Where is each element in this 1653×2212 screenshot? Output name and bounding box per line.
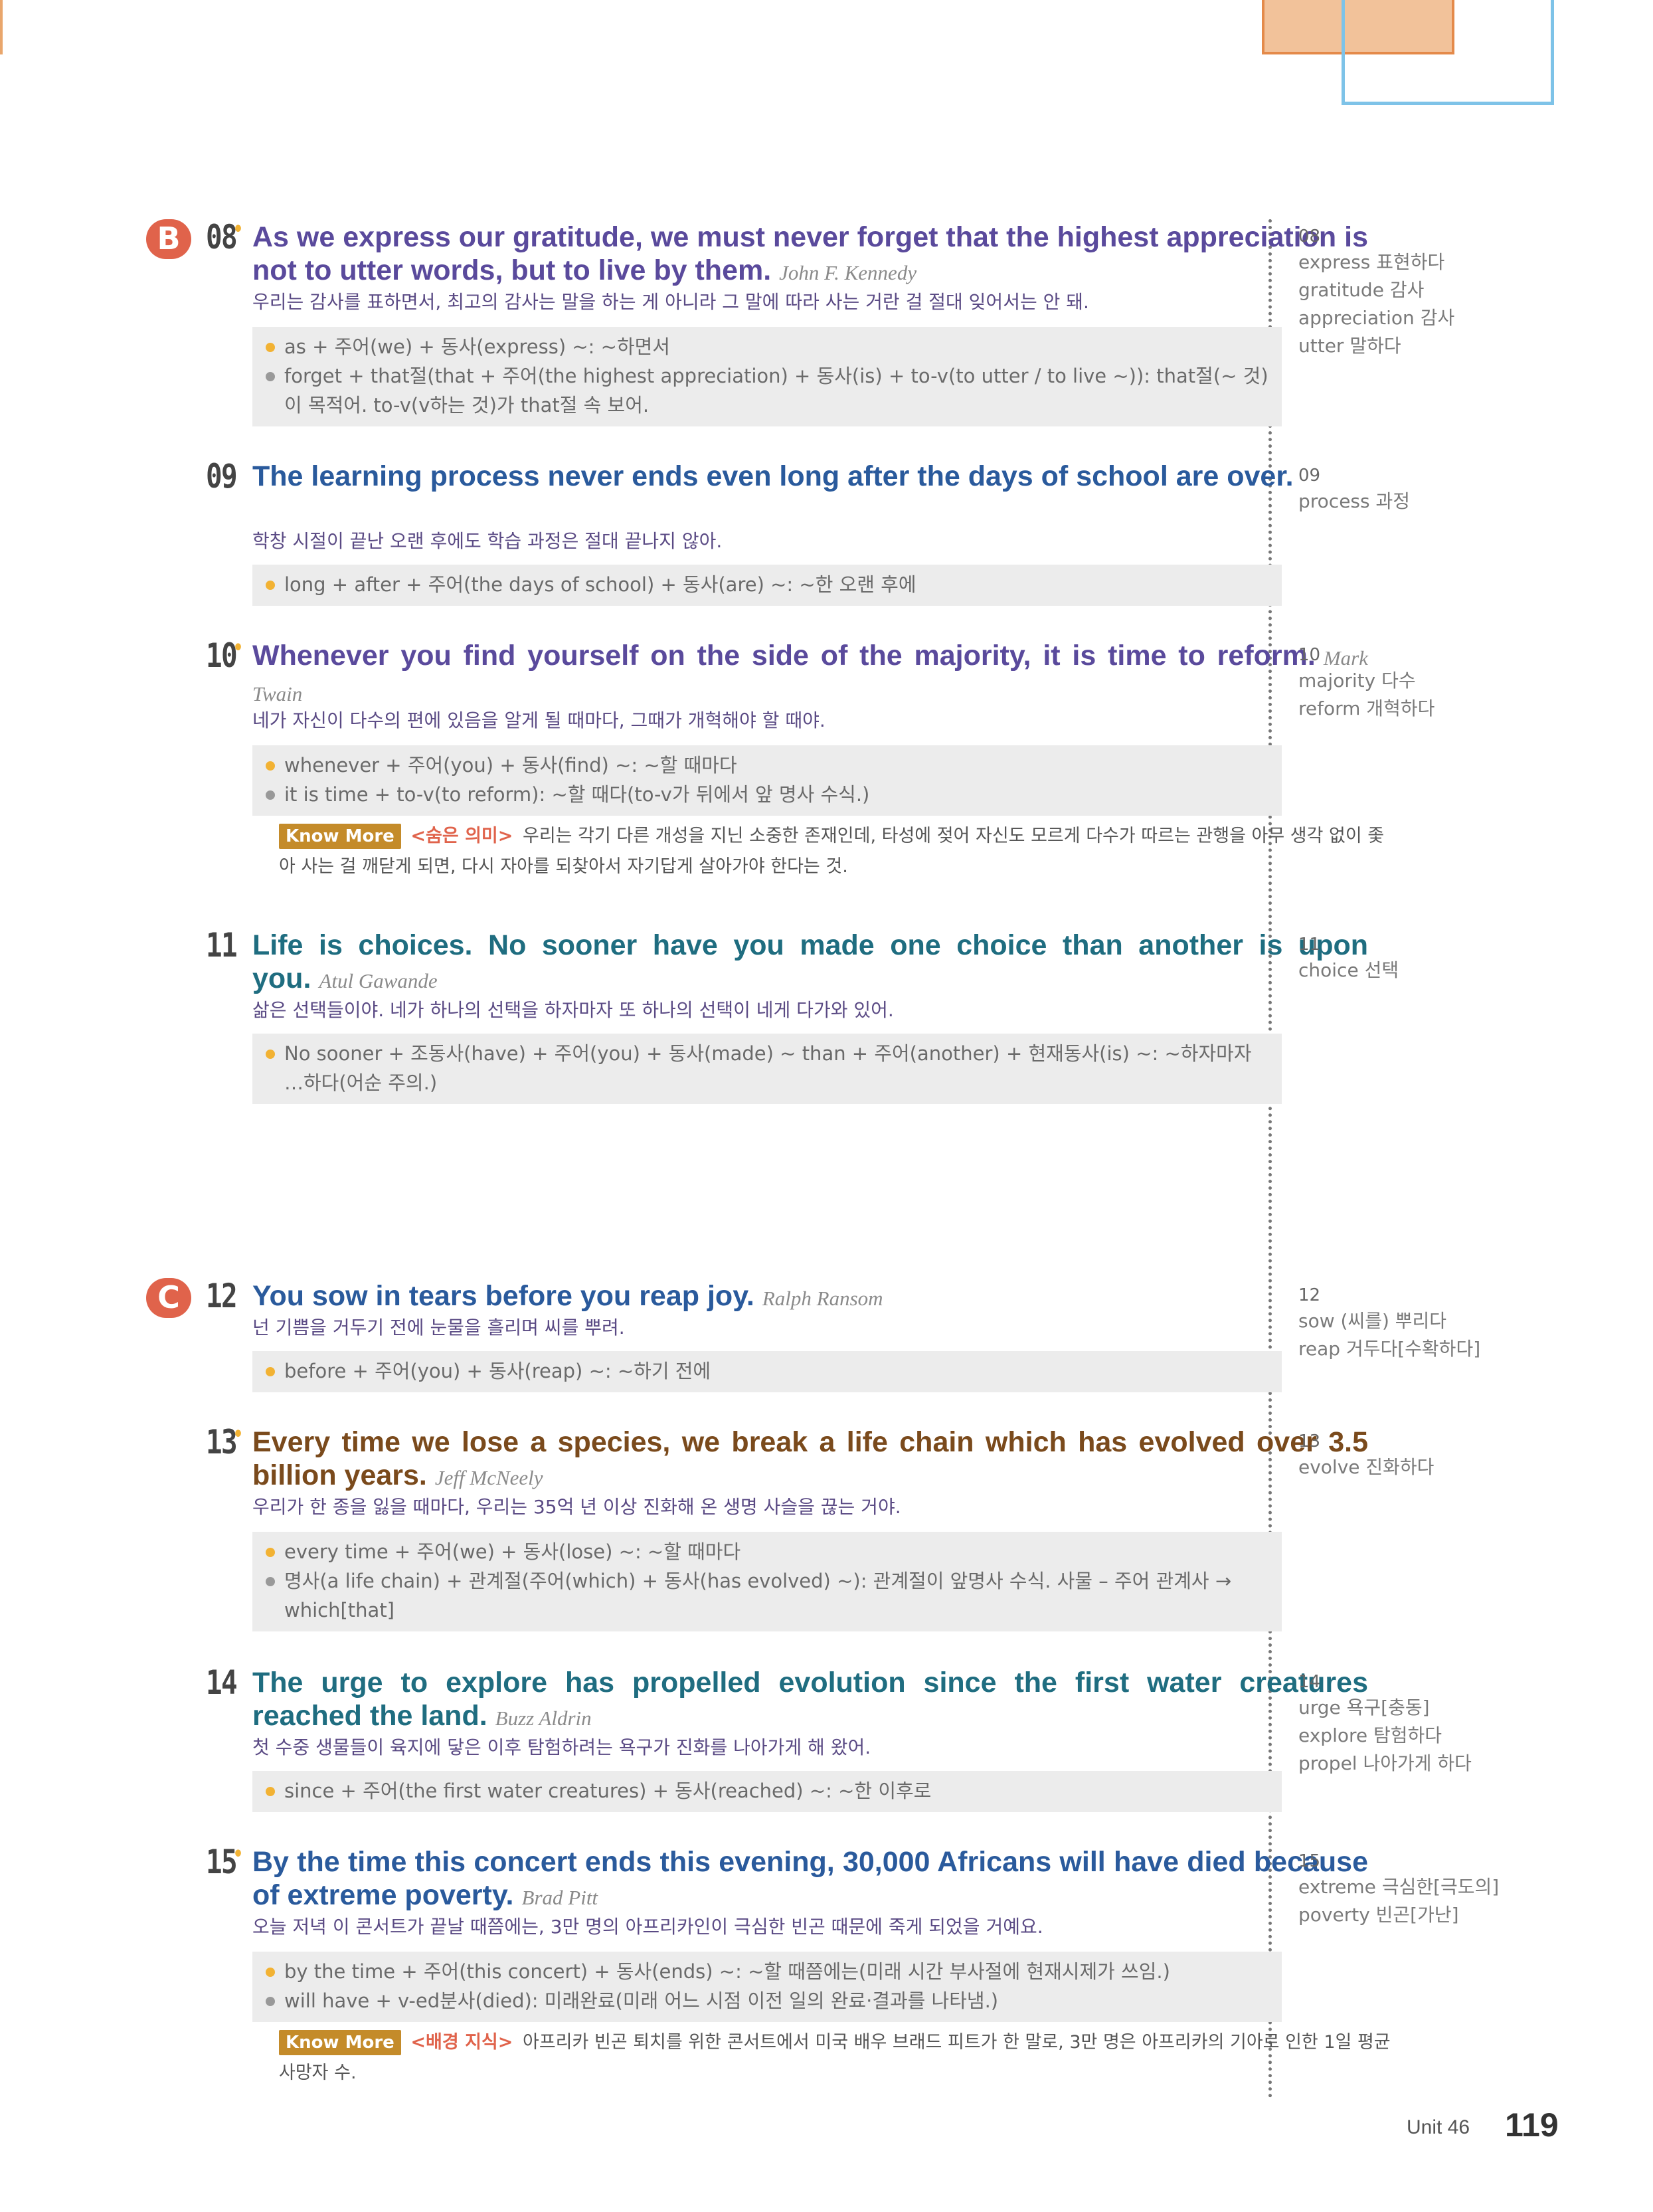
english-sentence: You sow in tears before you reap joy. Ral… xyxy=(252,1280,883,1312)
english-sentence: Whenever you find yourself on the side o… xyxy=(252,640,1368,705)
vocab-entry: propel 나아가게 하다 xyxy=(1298,1752,1472,1774)
note-line: as + 주어(we) + 동사(express) ~: ~하면서 xyxy=(266,332,1268,361)
english-sentence: By the time this concert ends this eveni… xyxy=(252,1846,1368,1911)
item-number: 11 xyxy=(206,926,238,965)
know-more-tag: Know More xyxy=(279,824,401,849)
item-number: 13• xyxy=(206,1423,243,1461)
bullet-icon xyxy=(266,790,275,800)
korean-translation: 학창 시절이 끝난 오랜 후에도 학습 과정은 절대 끝나지 않아. xyxy=(252,530,723,552)
grammar-notes: since + 주어(the first water creatures) + … xyxy=(252,1771,1282,1812)
english-sentence: Every time we lose a species, we break a… xyxy=(252,1426,1368,1491)
vocab-entry: utter 말하다 xyxy=(1298,335,1401,357)
bullet-icon xyxy=(266,1367,275,1376)
vocab-11: 11 choice 선택 xyxy=(1298,933,1630,984)
vocab-14: 14 urge 욕구[충동] explore 탐험하다 propel 나아가게 … xyxy=(1298,1670,1630,1778)
vocab-entry: evolve 진화하다 xyxy=(1298,1456,1435,1478)
note-line: since + 주어(the first water creatures) + … xyxy=(266,1776,1268,1805)
vocab-13: 13 evolve 진화하다 xyxy=(1298,1429,1630,1481)
korean-translation: 첫 수중 생물들이 육지에 닿은 이후 탐험하려는 욕구가 진화를 나아가게 해… xyxy=(252,1736,871,1758)
item-number: 08• xyxy=(206,218,243,256)
note-line: will have + v-ed분사(died): 미래완료(미래 어느 시점 … xyxy=(266,1986,1268,2015)
korean-translation: 오늘 저녁 이 콘서트가 끝날 때쯤에는, 3만 명의 아프리카인이 극심한 빈… xyxy=(252,1916,1043,1938)
korean-translation: 우리는 감사를 표하면서, 최고의 감사는 말을 하는 게 아니라 그 말에 따… xyxy=(252,291,1089,313)
bullet-icon xyxy=(266,581,275,590)
grammar-notes: long + after + 주어(the days of school) + … xyxy=(252,565,1282,606)
section-badge-b: B xyxy=(146,219,191,259)
bullet-icon xyxy=(266,1050,275,1059)
column-divider xyxy=(1268,219,1272,2099)
vocab-entry: process 과정 xyxy=(1298,490,1411,512)
author: Atul Gawande xyxy=(319,969,438,992)
vocab-10: 10 majority 다수 reform 개혁하다 xyxy=(1298,643,1630,723)
author: Jeff McNeely xyxy=(434,1466,543,1489)
know-more-heading: <숨은 의미> xyxy=(410,826,513,846)
korean-translation: 우리가 한 종을 잃을 때마다, 우리는 35억 년 이상 진화해 온 생명 사… xyxy=(252,1496,901,1518)
item-number: 09 xyxy=(206,457,238,496)
section-badge-c: C xyxy=(146,1278,191,1318)
vocab-entry: reform 개혁하다 xyxy=(1298,697,1435,719)
bullet-icon xyxy=(266,1577,275,1586)
author: John F. Kennedy xyxy=(779,261,917,284)
item-number: 14 xyxy=(206,1663,238,1702)
korean-translation: 넌 기쁨을 거두기 전에 눈물을 흘리며 씨를 뿌려. xyxy=(252,1317,625,1338)
page-number: 119 xyxy=(1505,2106,1559,2144)
note-line: by the time + 주어(this concert) + 동사(ends… xyxy=(266,1957,1268,1986)
grammar-notes: as + 주어(we) + 동사(express) ~: ~하면서 forget… xyxy=(252,327,1282,426)
grammar-notes: whenever + 주어(you) + 동사(find) ~: ~할 때마다 … xyxy=(252,745,1282,816)
bullet-icon xyxy=(266,1997,275,2006)
bullet-icon xyxy=(266,1968,275,1977)
english-sentence: The learning process never ends even lon… xyxy=(252,460,1294,492)
vocab-15: 15 extreme 극심한[극도의] poverty 빈곤[가난] xyxy=(1298,1849,1630,1929)
note-line: 명사(a life chain) + 관계절(주어(which) + 동사(ha… xyxy=(266,1566,1268,1625)
know-more-box: Know More <배경 지식> 아프리카 빈곤 퇴치를 위한 콘서트에서 미… xyxy=(279,2027,1395,2088)
vocab-12: 12 sow (씨를) 뿌리다 reap 거두다[수확하다] xyxy=(1298,1283,1630,1363)
author: Brad Pitt xyxy=(521,1886,598,1909)
vocab-entry: reap 거두다[수확하다] xyxy=(1298,1338,1481,1360)
vocab-entry: gratitude 감사 xyxy=(1298,279,1425,301)
vocab-entry: sow (씨를) 뿌리다 xyxy=(1298,1310,1447,1332)
know-more-tag: Know More xyxy=(279,2030,401,2055)
item-number: 15• xyxy=(206,1843,243,1881)
note-line: it is time + to-v(to reform): ~할 때다(to-v… xyxy=(266,780,1268,809)
left-edge-mark xyxy=(0,0,3,54)
bullet-icon xyxy=(266,761,275,771)
unit-label: Unit 46 xyxy=(1407,2116,1470,2138)
vocab-entry: express 표현하다 xyxy=(1298,251,1445,273)
note-line: whenever + 주어(you) + 동사(find) ~: ~할 때마다 xyxy=(266,751,1268,780)
bullet-icon xyxy=(266,343,275,352)
english-sentence: The urge to explore has propelled evolut… xyxy=(252,1667,1368,1732)
author: Ralph Ransom xyxy=(762,1287,883,1310)
vocab-entry: appreciation 감사 xyxy=(1298,307,1455,329)
vocab-entry: explore 탐험하다 xyxy=(1298,1724,1442,1746)
author: Buzz Aldrin xyxy=(495,1706,592,1730)
vocab-entry: extreme 극심한[극도의] xyxy=(1298,1876,1500,1898)
bullet-icon xyxy=(266,1787,275,1796)
corner-decoration-blue xyxy=(1342,0,1554,105)
item-number: 10• xyxy=(206,636,243,675)
note-line: every time + 주어(we) + 동사(lose) ~: ~할 때마다 xyxy=(266,1537,1268,1566)
grammar-notes: every time + 주어(we) + 동사(lose) ~: ~할 때마다… xyxy=(252,1532,1282,1631)
grammar-notes: by the time + 주어(this concert) + 동사(ends… xyxy=(252,1952,1282,2022)
bullet-icon xyxy=(266,1548,275,1557)
korean-translation: 네가 자신이 다수의 편에 있음을 알게 될 때마다, 그때가 개혁해야 할 때… xyxy=(252,709,826,731)
know-more-heading: <배경 지식> xyxy=(410,2032,513,2053)
note-line: forget + that절(that + 주어(the highest app… xyxy=(266,361,1268,420)
korean-translation: 삶은 선택들이야. 네가 하나의 선택을 하자마자 또 하나의 선택이 네게 다… xyxy=(252,999,894,1021)
vocab-entry: choice 선택 xyxy=(1298,959,1399,981)
note-line: long + after + 주어(the days of school) + … xyxy=(266,570,1268,599)
english-sentence: As we express our gratitude, we must nev… xyxy=(252,221,1368,286)
grammar-notes: No sooner + 조동사(have) + 주어(you) + 동사(mad… xyxy=(252,1034,1282,1104)
bullet-icon xyxy=(266,372,275,381)
vocab-09: 09 process 과정 xyxy=(1298,464,1630,515)
vocab-entry: majority 다수 xyxy=(1298,670,1416,691)
note-line: No sooner + 조동사(have) + 주어(you) + 동사(mad… xyxy=(266,1039,1268,1097)
vocab-entry: poverty 빈곤[가난] xyxy=(1298,1904,1459,1926)
vocab-entry: urge 욕구[충동] xyxy=(1298,1697,1430,1718)
grammar-notes: before + 주어(you) + 동사(reap) ~: ~하기 전에 xyxy=(252,1351,1282,1392)
know-more-box: Know More <숨은 의미> 우리는 각기 다른 개성을 지닌 소중한 존… xyxy=(279,821,1395,882)
note-line: before + 주어(you) + 동사(reap) ~: ~하기 전에 xyxy=(266,1356,1268,1386)
item-number: 12 xyxy=(206,1277,238,1315)
vocab-08: 08 express 표현하다 gratitude 감사 appreciatio… xyxy=(1298,225,1630,360)
english-sentence: Life is choices. No sooner have you made… xyxy=(252,929,1368,994)
